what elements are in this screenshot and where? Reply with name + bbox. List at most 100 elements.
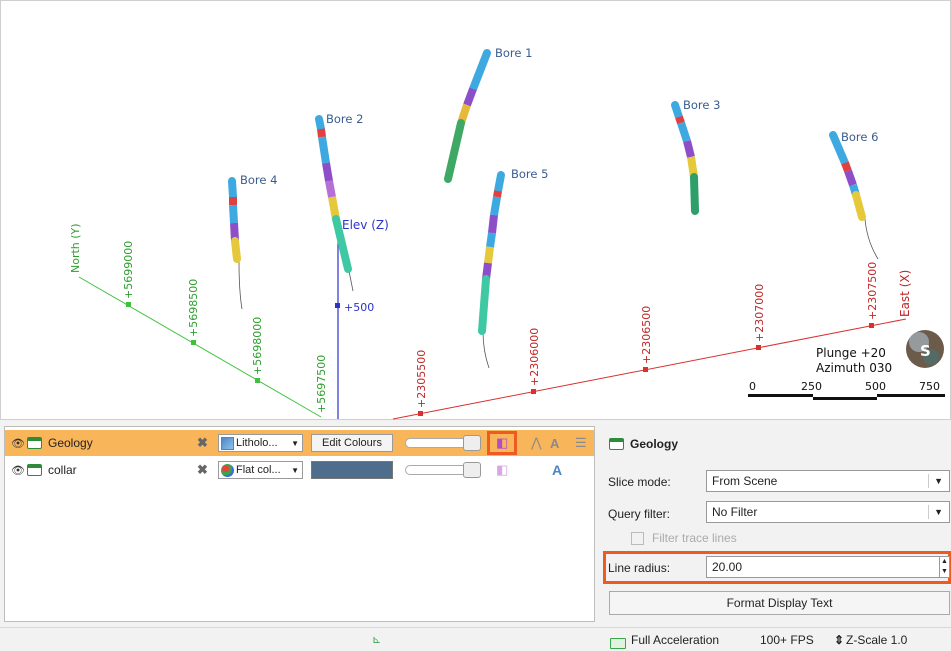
scene-object-row-collar[interactable]: 👁 collar ✖ Flat col... ▼ ◧ A	[5, 457, 594, 483]
line-radius-input[interactable]: 20.00	[706, 556, 940, 578]
scale-bar	[748, 394, 945, 400]
east-tick-label: +2307500	[866, 262, 879, 320]
colour-mode-dropdown[interactable]: Litholo... ▼	[218, 434, 303, 452]
remove-object-icon[interactable]: ✖	[197, 462, 208, 478]
north-tick-label: +5698000	[251, 317, 264, 375]
scale-label: 500	[865, 380, 886, 393]
query-filter-select[interactable]: No Filter ▼	[706, 501, 950, 523]
remove-object-icon[interactable]: ✖	[197, 435, 208, 451]
object-name: Geology	[48, 436, 93, 450]
legend-icon[interactable]: ☰	[575, 435, 587, 451]
east-tick-label: +2306500	[640, 306, 653, 364]
bore-label: Bore 2	[326, 112, 363, 126]
chevron-down-icon: ▼	[934, 476, 943, 486]
north-axis-line	[78, 276, 322, 418]
north-axis-label: North (Y)	[69, 223, 82, 273]
opacity-slider[interactable]	[405, 435, 481, 451]
colour-mode-label: Litholo...	[236, 437, 278, 449]
east-tick-mark	[643, 367, 648, 372]
bore-trace-line	[348, 270, 354, 292]
filter-trace-label: Filter trace lines	[652, 531, 737, 545]
plunge-readout: Plunge +20	[816, 346, 886, 360]
scene-object-list[interactable]: 👁 Geology ✖ Litholo... ▼ Edit Colours ◧ …	[4, 426, 595, 622]
scale-label: 750	[919, 380, 940, 393]
line-style-icon[interactable]: ⋀	[531, 435, 542, 451]
divider	[928, 505, 929, 519]
bore-trace-line	[864, 218, 879, 260]
compass-globe-icon[interactable]: S	[906, 330, 944, 368]
table-object-icon	[27, 464, 42, 476]
object-name: collar	[48, 463, 77, 477]
north-tick-label: +5699000	[122, 241, 135, 299]
azimuth-readout: Azimuth 030	[816, 361, 892, 375]
bore-3-drillhole[interactable]	[671, 101, 699, 215]
properties-panel: Geology Slice mode: From Scene ▼ Query f…	[600, 426, 951, 626]
bore-2-drillhole[interactable]	[315, 115, 352, 273]
zscale-icon[interactable]: ⇕	[834, 633, 844, 647]
lithology-colour-icon	[221, 436, 234, 450]
slice-clipping-icon[interactable]: ◧	[496, 462, 508, 478]
colour-mode-dropdown[interactable]: Flat col... ▼	[218, 461, 303, 479]
highlight-box	[487, 431, 517, 455]
bore-1-drillhole[interactable]	[444, 49, 491, 183]
elev-tick-mark	[335, 303, 340, 308]
scale-label: 0	[749, 380, 756, 393]
visibility-eye-icon[interactable]: 👁	[11, 437, 25, 450]
query-filter-label: Query filter:	[608, 507, 671, 521]
text-label-icon[interactable]: A	[550, 436, 559, 451]
bore-4-drillhole[interactable]	[228, 177, 241, 263]
slice-mode-value: From Scene	[712, 474, 778, 488]
divider	[928, 474, 929, 488]
chevron-down-icon: ▼	[291, 465, 299, 475]
line-radius-label: Line radius:	[608, 561, 671, 575]
scale-label: 250	[801, 380, 822, 393]
east-tick-mark	[418, 411, 423, 416]
opacity-slider[interactable]	[405, 462, 481, 478]
north-tick-mark	[191, 340, 196, 345]
bore-label: Bore 5	[511, 167, 548, 181]
bore-5-drillhole[interactable]	[478, 171, 505, 335]
slice-mode-select[interactable]: From Scene ▼	[706, 470, 950, 492]
bore-trace-line	[482, 330, 490, 369]
east-tick-label: +2307000	[753, 284, 766, 342]
slice-mode-label: Slice mode:	[608, 475, 671, 489]
elev-axis-label: Elev (Z)	[342, 218, 389, 232]
north-tick-mark	[255, 378, 260, 383]
table-object-icon	[609, 438, 624, 450]
3d-scene-view[interactable]: North (Y) +5699000 +5698500 +5698000 +56…	[0, 0, 951, 420]
slider-thumb[interactable]	[463, 462, 481, 478]
east-tick-mark	[869, 323, 874, 328]
zscale-readout[interactable]: Z-Scale 1.0	[846, 633, 907, 647]
axes-triad-icon: ⊾	[372, 634, 382, 646]
acceleration-status: Full Acceleration	[631, 633, 720, 647]
colour-mode-label: Flat col...	[236, 464, 281, 476]
properties-title-text: Geology	[630, 437, 679, 451]
north-tick-label: +5697500	[315, 355, 328, 413]
slider-thumb[interactable]	[463, 435, 481, 451]
text-label-icon[interactable]: A	[552, 462, 562, 478]
spinner-arrows-icon[interactable]: ▲ ▼	[940, 556, 950, 578]
chevron-down-icon: ▼	[934, 507, 943, 517]
edit-colours-button[interactable]: Edit Colours	[311, 434, 393, 452]
checkbox-box[interactable]	[631, 531, 644, 545]
filter-trace-lines-checkbox[interactable]: Filter trace lines	[631, 531, 737, 545]
east-tick-mark	[756, 345, 761, 350]
table-object-icon	[27, 437, 42, 449]
chevron-down-icon: ▼	[291, 438, 299, 448]
scene-object-row-geology[interactable]: 👁 Geology ✖ Litholo... ▼ Edit Colours ◧ …	[5, 430, 594, 456]
east-tick-mark	[531, 389, 536, 394]
east-tick-label: +2305500	[415, 350, 428, 408]
format-display-text-button[interactable]: Format Display Text	[609, 591, 950, 615]
properties-title: Geology	[609, 437, 678, 451]
fps-readout: 100+ FPS	[760, 633, 814, 647]
bore-6-drillhole[interactable]	[829, 131, 866, 221]
visibility-eye-icon[interactable]: 👁	[11, 464, 25, 477]
colour-swatch[interactable]	[311, 461, 393, 479]
query-filter-value: No Filter	[712, 505, 758, 519]
north-tick-mark	[126, 302, 131, 307]
bore-label: Bore 4	[240, 173, 277, 187]
bore-trace-line	[238, 260, 243, 310]
scene-canvas[interactable]: North (Y) +5699000 +5698500 +5698000 +56…	[1, 1, 951, 421]
compass-letter: S	[920, 342, 931, 360]
east-tick-label: +2306000	[528, 328, 541, 386]
